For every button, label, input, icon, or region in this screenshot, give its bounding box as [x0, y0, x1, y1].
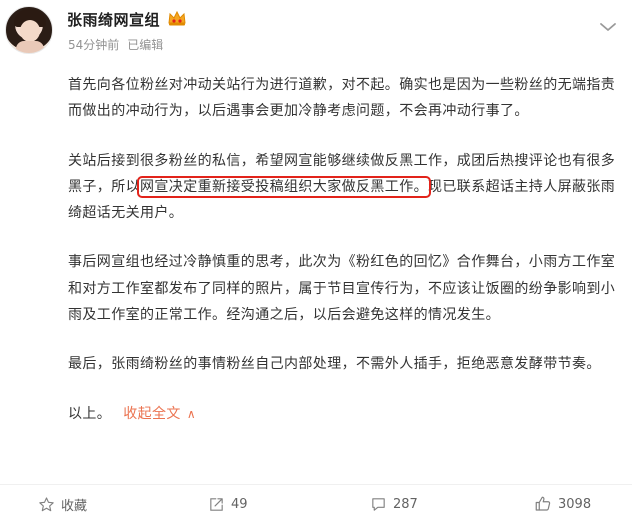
- crown-icon: [168, 10, 186, 26]
- post-header: 张雨绮网宣组 54分钟前 已编辑: [0, 0, 632, 70]
- paragraph-3: 事后网宣组也经过冷静慎重的思考，此次为《粉红色的回忆》合作舞台，小雨方工作室和对…: [68, 254, 616, 324]
- paragraph-ending: 以上。 收起全文 ∧: [68, 405, 196, 422]
- repost-count: 49: [231, 496, 248, 512]
- collapse-text-link[interactable]: 收起全文: [123, 406, 181, 422]
- paragraph-4: 最后，张雨绮粉丝的事情粉丝自己内部处理，不需外人插手，拒绝恶意发酵带节奏。: [68, 356, 601, 373]
- like-button[interactable]: 3098: [534, 491, 591, 517]
- comment-button[interactable]: 287: [370, 491, 418, 517]
- author-name[interactable]: 张雨绮网宣组: [67, 9, 160, 30]
- star-icon: [39, 496, 54, 511]
- action-bar: 收藏 49 287 3098: [0, 484, 632, 523]
- paragraph-1: 首先向各位粉丝对冲动关站行为进行道歉，对不起。确实也是因为一些粉丝的无端指责而做…: [68, 77, 616, 120]
- edited-label[interactable]: 已编辑: [127, 38, 163, 52]
- like-icon: [535, 496, 551, 511]
- highlighted-sentence: 网宣决定重新接受投稿组织大家做反黑工作。: [137, 175, 431, 198]
- comment-icon: [372, 497, 385, 511]
- chevron-up-icon[interactable]: ∧: [187, 407, 196, 421]
- comment-count: 287: [393, 496, 418, 512]
- more-icon[interactable]: [598, 20, 618, 34]
- post-content: 首先向各位粉丝对冲动关站行为进行道歉，对不起。确实也是因为一些粉丝的无端指责而做…: [68, 72, 624, 450]
- favorite-label: 收藏: [61, 498, 88, 514]
- paragraph-2: 关站后接到很多粉丝的私信，希望网宣能够继续做反黑工作，成团后热搜评论也有很多黑子…: [68, 152, 616, 222]
- repost-icon: [210, 497, 223, 511]
- repost-button[interactable]: 49: [208, 491, 248, 517]
- avatar[interactable]: [5, 6, 53, 54]
- post-meta: 54分钟前 已编辑: [68, 36, 163, 53]
- post-time[interactable]: 54分钟前: [68, 38, 119, 52]
- like-count: 3098: [558, 496, 592, 512]
- favorite-button[interactable]: 收藏: [38, 491, 87, 517]
